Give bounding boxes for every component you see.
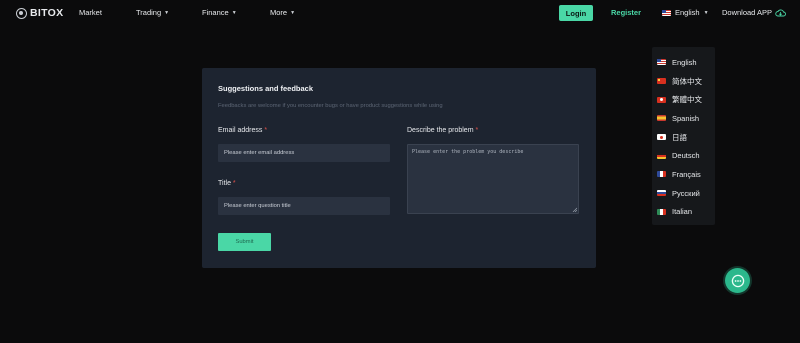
us-flag-icon: [662, 9, 671, 16]
es-flag-icon: [657, 115, 666, 122]
brand-logo[interactable]: BITOX: [16, 7, 63, 19]
language-option[interactable]: Italian: [652, 203, 715, 222]
language-option[interactable]: Français: [652, 165, 715, 184]
problem-label-text: Describe the problem: [407, 127, 474, 134]
language-dropdown-menu: English 简体中文繁體中文 Spanish 日語 Deutsch Français Р…: [652, 47, 715, 225]
page-title: Suggestions and feedback: [218, 84, 314, 93]
language-option-label: 日語: [672, 132, 687, 142]
resize-handle-icon[interactable]: [572, 207, 577, 212]
title-field[interactable]: [218, 197, 390, 215]
download-app-link[interactable]: Download APP: [722, 8, 786, 17]
nav-more[interactable]: More ▼: [270, 8, 295, 17]
login-button[interactable]: Login: [559, 5, 593, 21]
language-option-label: 繁體中文: [672, 95, 702, 105]
us-flag-icon: [657, 59, 666, 66]
nav-more-label: More: [270, 8, 288, 17]
language-option[interactable]: 简体中文: [652, 72, 715, 91]
register-link[interactable]: Register: [611, 8, 641, 17]
caret-down-icon: ▼: [290, 9, 296, 16]
email-field[interactable]: [218, 144, 390, 162]
feedback-card: Suggestions and feedback Feedbacks are w…: [202, 68, 596, 268]
language-option-label: Deutsch: [672, 151, 700, 161]
download-app-label: Download APP: [722, 8, 773, 17]
language-option-label: English: [672, 57, 697, 67]
title-label: Title *: [218, 180, 236, 187]
language-option[interactable]: 日語: [652, 128, 715, 147]
nav-finance-label: Finance: [202, 8, 229, 17]
email-label: Email address *: [218, 127, 267, 134]
language-selector-label: English: [675, 8, 700, 17]
submit-button[interactable]: Submit: [218, 233, 271, 251]
nav-trading[interactable]: Trading ▼: [136, 8, 169, 17]
caret-down-icon: ▼: [164, 9, 170, 16]
language-option-label: Spanish: [672, 113, 700, 123]
it-flag-icon: [657, 208, 666, 215]
ru-flag-icon: [657, 190, 666, 197]
cn-flag-icon: [657, 78, 666, 85]
feedback-subtitle: Feedbacks are welcome if you encounter b…: [218, 103, 443, 109]
language-option-label: Русский: [672, 188, 700, 198]
required-mark: *: [264, 127, 268, 134]
required-mark: *: [475, 127, 479, 134]
jp-flag-icon: [657, 134, 666, 141]
hk-flag-icon: [657, 96, 666, 103]
language-option-label: Français: [672, 169, 701, 179]
nav-market[interactable]: Market: [79, 8, 102, 17]
problem-label: Describe the problem *: [407, 127, 478, 134]
de-flag-icon: [657, 152, 666, 159]
caret-down-icon: ▼: [231, 9, 237, 16]
nav-market-label: Market: [79, 8, 102, 17]
cloud-download-icon: [775, 9, 786, 16]
nav-finance[interactable]: Finance ▼: [202, 8, 237, 17]
top-nav: BITOX Market Trading ▼ Finance ▼ More ▼ …: [0, 0, 800, 27]
caret-down-icon: ▼: [703, 9, 709, 16]
logo-icon: [16, 7, 27, 19]
chat-support-button[interactable]: [725, 268, 750, 293]
language-option-label: Italian: [672, 207, 693, 217]
language-selector[interactable]: English ▼: [662, 8, 709, 17]
fr-flag-icon: [657, 171, 666, 178]
email-label-text: Email address: [218, 127, 263, 134]
chat-icon: [731, 274, 744, 287]
language-option[interactable]: English: [652, 53, 715, 72]
language-option[interactable]: Deutsch: [652, 146, 715, 165]
problem-textarea[interactable]: [407, 144, 579, 214]
required-mark: *: [232, 180, 236, 187]
language-option-label: 简体中文: [672, 76, 702, 86]
nav-trading-label: Trading: [136, 8, 162, 17]
language-option[interactable]: Русский: [652, 184, 715, 203]
brand-name: BITOX: [30, 7, 64, 19]
language-option[interactable]: Spanish: [652, 109, 715, 128]
language-option[interactable]: 繁體中文: [652, 90, 715, 109]
title-label-text: Title: [218, 180, 231, 187]
